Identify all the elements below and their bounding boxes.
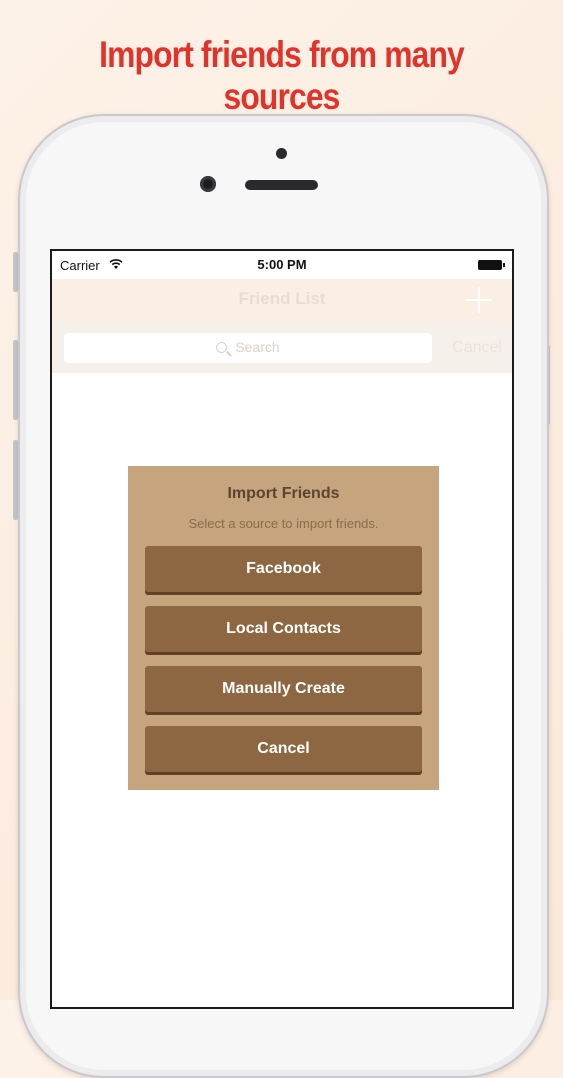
search-icon — [216, 342, 228, 353]
search-cancel-button[interactable]: Cancel — [452, 339, 502, 357]
search-bar: Search Cancel — [52, 323, 512, 373]
local-contacts-button[interactable]: Local Contacts — [145, 606, 422, 652]
search-placeholder: Search — [235, 339, 280, 355]
dialog-message: Select a source to import friends. — [188, 516, 379, 531]
front-camera — [200, 176, 216, 192]
add-friend-button[interactable] — [466, 287, 492, 313]
status-time: 5:00 PM — [257, 257, 307, 272]
earpiece-speaker — [245, 180, 318, 190]
phone-screen: Carrier 5:00 PM Friend List Search Cance… — [50, 249, 514, 1009]
search-placeholder-row: Search — [64, 339, 432, 355]
marketing-headline: Import friends from many sources — [99, 34, 465, 117]
battery-icon — [478, 260, 505, 270]
dialog-title: Import Friends — [227, 485, 340, 502]
navigation-bar: Friend List — [52, 279, 512, 323]
nav-title: Friend List — [238, 289, 326, 308]
status-bar: Carrier 5:00 PM — [52, 251, 512, 279]
facebook-button[interactable]: Facebook — [145, 546, 422, 592]
search-input[interactable]: Search — [64, 333, 432, 363]
manually-create-button[interactable]: Manually Create — [145, 666, 422, 712]
proximity-sensor — [276, 148, 287, 159]
import-friends-dialog: Import Friends Select a source to import… — [128, 466, 439, 790]
cancel-button[interactable]: Cancel — [145, 726, 422, 772]
